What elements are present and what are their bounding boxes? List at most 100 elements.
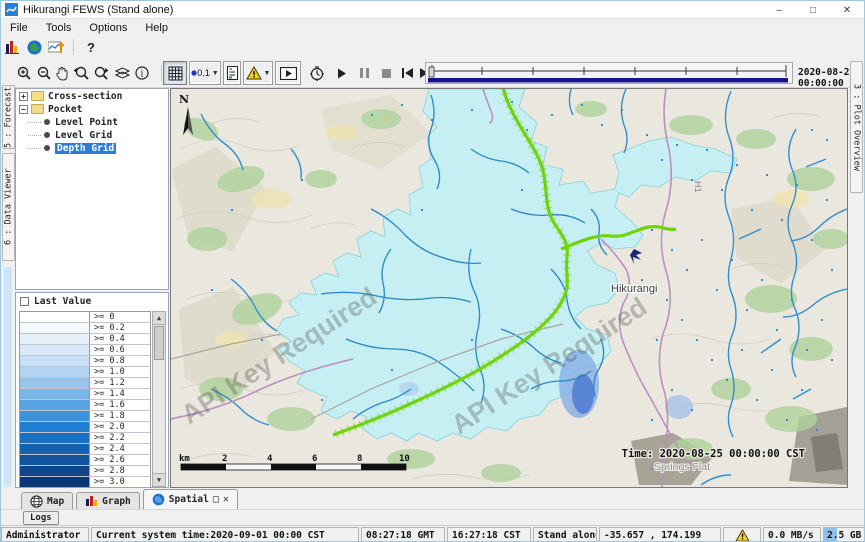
tree-node-pocket[interactable]: − Pocket xyxy=(19,103,168,115)
sidebar-tab-data-viewer[interactable]: 6 : Data Viewer xyxy=(2,153,15,261)
scroll-up-icon[interactable]: ▲ xyxy=(153,312,165,325)
legend-swatch xyxy=(20,367,90,377)
chevron-down-icon: ▼ xyxy=(212,70,219,77)
layers-button[interactable] xyxy=(113,61,131,85)
legend-row: >= 1.2 xyxy=(20,378,150,389)
tree-leaf-label-selected: Depth Grid xyxy=(55,143,116,154)
skip-start-icon xyxy=(402,68,413,78)
zoom-in-button[interactable] xyxy=(15,61,33,85)
time-slider[interactable] xyxy=(425,62,793,84)
status-gmt-time: 08:27:18 GMT xyxy=(361,527,445,542)
sidebar-tab-forecast-label: 5 : Forecast xyxy=(4,86,14,147)
legend-swatch xyxy=(20,466,90,476)
svg-text:2: 2 xyxy=(222,454,227,464)
tab-spatial-label: Spatial xyxy=(169,494,209,505)
svg-text:N: N xyxy=(179,93,189,106)
map-viewport[interactable]: API Key Required API Key Required Hikura… xyxy=(170,88,848,488)
zoom-in-icon xyxy=(17,66,32,81)
legend-row: >= 1.0 xyxy=(20,367,150,378)
legend-swatch xyxy=(20,455,90,465)
maximize-button[interactable]: □ xyxy=(796,1,830,19)
tab-map[interactable]: Map xyxy=(21,492,73,509)
step-back-button[interactable] xyxy=(399,61,415,85)
close-button[interactable]: ✕ xyxy=(830,1,864,19)
zoom-out-button[interactable] xyxy=(35,61,53,85)
info-button[interactable]: i xyxy=(133,61,151,85)
scroll-down-icon[interactable]: ▼ xyxy=(153,473,165,486)
legend-swatch xyxy=(20,389,90,399)
scroll-thumb[interactable] xyxy=(154,326,164,360)
globe-icon xyxy=(27,40,42,55)
stop-button[interactable] xyxy=(379,61,393,85)
zoom-previous-button[interactable] xyxy=(71,61,91,85)
status-warning-cell[interactable]: ! xyxy=(723,527,761,542)
svg-text:i: i xyxy=(141,70,144,80)
svg-text:4: 4 xyxy=(267,454,273,464)
legend-swatch xyxy=(20,433,90,443)
tab-maximize-icon[interactable]: □ xyxy=(213,494,219,505)
grid-display-button[interactable] xyxy=(163,61,187,85)
tree-node-cross-section[interactable]: + Cross-section xyxy=(19,90,168,102)
timer-button[interactable] xyxy=(307,61,327,85)
play-icon xyxy=(337,68,347,79)
legend-row: >= 2.6 xyxy=(20,455,150,466)
title-bar: Hikurangi FEWS (Stand alone) – □ ✕ xyxy=(1,1,864,19)
legend-title: Last Value xyxy=(34,296,91,307)
legend-swatch xyxy=(20,345,90,355)
tree-leaf-level-grid[interactable]: Level Grid xyxy=(28,129,168,141)
pause-button[interactable] xyxy=(357,61,371,85)
legend-row: >= 0.6 xyxy=(20,345,150,356)
bar-chart-icon xyxy=(85,495,98,507)
tab-graph[interactable]: Graph xyxy=(76,492,140,509)
tree-leaf-depth-grid[interactable]: Depth Grid xyxy=(28,142,168,154)
database-chart-button[interactable] xyxy=(1,37,23,57)
map-canvas: API Key Required API Key Required Hikura… xyxy=(171,89,847,487)
tree-node-label: Cross-section xyxy=(48,91,122,102)
logs-button[interactable]: Logs xyxy=(23,511,59,525)
tree-leaf-level-point[interactable]: Level Point xyxy=(28,116,168,128)
time-slider-handle[interactable] xyxy=(429,67,434,77)
legend-swatch xyxy=(20,422,90,432)
timeseries-display-button[interactable] xyxy=(45,37,67,57)
status-user: Administrator xyxy=(1,527,89,542)
bar-chart-icon xyxy=(5,40,20,54)
expand-icon[interactable]: + xyxy=(19,92,28,101)
status-coordinates: -35.657 , 174.199 xyxy=(599,527,721,542)
zoom-next-icon xyxy=(93,66,110,81)
legend-scrollbar[interactable]: ▲ ▼ xyxy=(152,311,166,487)
main-toolbar: ? xyxy=(1,36,864,58)
menu-file[interactable]: File xyxy=(1,21,37,35)
menu-tools[interactable]: Tools xyxy=(37,21,81,35)
threshold-dropdown[interactable]: 0.1 ▼ xyxy=(189,61,221,85)
legend-row: >= 0.8 xyxy=(20,356,150,367)
play-button[interactable] xyxy=(335,61,349,85)
bullet-icon xyxy=(44,132,50,138)
help-button[interactable]: ? xyxy=(80,37,102,57)
sidebar-tab-plot-overview[interactable]: 3 : Plot Overview xyxy=(850,61,863,193)
legend-row: >= 2.0 xyxy=(20,422,150,433)
scale-unit-label: km xyxy=(179,454,190,464)
menu-bar: File Tools Options Help xyxy=(1,19,864,36)
map-display-button[interactable] xyxy=(23,37,45,57)
menu-options[interactable]: Options xyxy=(80,21,136,35)
pan-button[interactable] xyxy=(53,61,71,85)
last-value-checkbox[interactable] xyxy=(20,297,29,306)
legend-swatch xyxy=(20,323,90,333)
legend-swatch xyxy=(20,411,90,421)
warning-dropdown[interactable]: ! ▼ xyxy=(243,61,273,85)
status-mode: Stand alone xyxy=(533,527,597,542)
sidebar-tab-forecast[interactable]: 5 : Forecast xyxy=(2,85,15,149)
tab-close-icon[interactable]: ✕ xyxy=(223,494,229,505)
zoom-next-button[interactable] xyxy=(91,61,111,85)
sidebar-tab-data-viewer-label: 6 : Data Viewer xyxy=(4,169,14,246)
legend-row: >= 1.8 xyxy=(20,411,150,422)
chevron-down-icon: ▼ xyxy=(264,70,271,77)
minimize-button[interactable]: – xyxy=(762,1,796,19)
legend-toggle-button[interactable] xyxy=(223,61,241,85)
collapse-icon[interactable]: − xyxy=(19,105,28,114)
tab-spatial[interactable]: Spatial □ ✕ xyxy=(143,489,238,509)
animation-button[interactable] xyxy=(275,61,301,85)
menu-help[interactable]: Help xyxy=(136,21,177,35)
layers-icon xyxy=(115,66,130,80)
legend-row: >= 2.8 xyxy=(20,466,150,477)
